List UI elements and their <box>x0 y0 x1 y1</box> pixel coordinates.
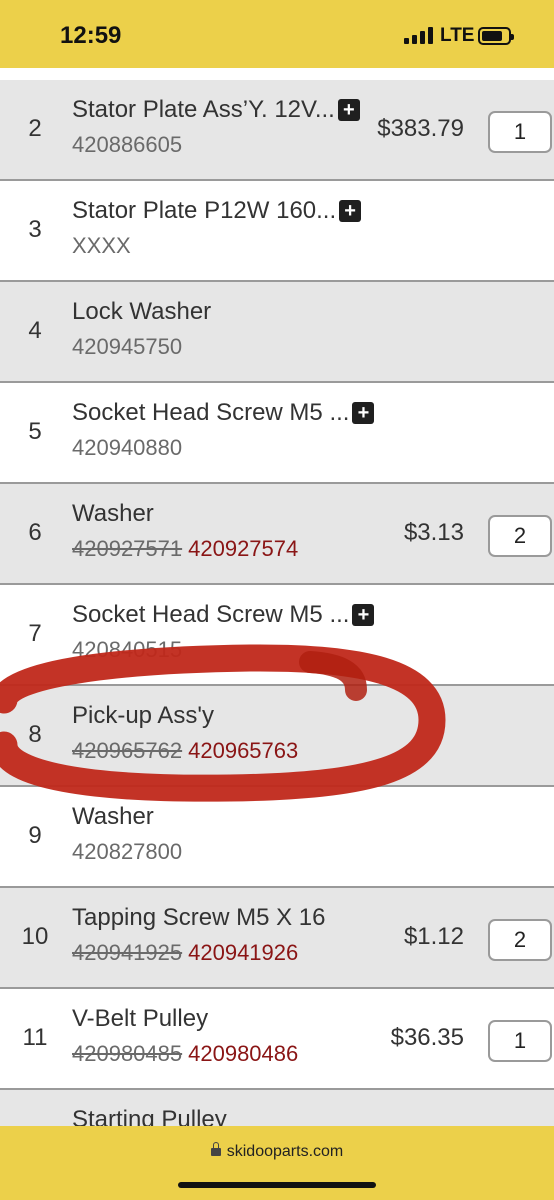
new-part-number: 420965763 <box>188 738 299 763</box>
part-index: 9 <box>28 822 42 849</box>
status-time: 12:59 <box>60 22 122 49</box>
part-name-link[interactable]: Washer <box>72 500 154 528</box>
part-price: $383.79 <box>377 115 464 142</box>
battery-icon <box>478 27 514 45</box>
old-part-number: 420927571 <box>72 536 183 561</box>
part-number: 420965762 420965763 <box>72 738 298 764</box>
status-bar: 12:59 LTE <box>0 0 554 68</box>
signal-icon <box>404 27 433 44</box>
part-number-value: 420940880 <box>72 435 183 460</box>
part-number-value: 420945750 <box>72 334 183 359</box>
quantity-input[interactable]: 1 <box>488 111 552 153</box>
part-row[interactable]: 8 Pick-up Ass'y 420965762 420965763 <box>0 686 554 787</box>
part-name: Washer <box>72 500 154 527</box>
part-row[interactable]: 10 Tapping Screw M5 X 16 420941925 42094192… <box>0 888 554 989</box>
part-name-link[interactable]: Starting Pulley <box>72 1106 227 1126</box>
part-name-link[interactable]: Socket Head Screw M5 ... + <box>72 601 375 629</box>
plus-box-icon[interactable]: + <box>352 402 375 424</box>
part-index: 11 <box>22 1024 48 1051</box>
part-name: Lock Washer <box>72 298 212 325</box>
plus-box-icon[interactable]: + <box>339 200 362 222</box>
part-row[interactable]: 11 V-Belt Pulley 420980485 420980486 $36.35 1 <box>0 989 554 1090</box>
part-number: 420927571 420927574 <box>72 536 298 562</box>
url-text: skidooparts.com <box>226 1143 344 1160</box>
part-index: 3 <box>28 216 42 243</box>
part-index: 4 <box>28 317 42 344</box>
network-type: LTE <box>440 25 475 46</box>
part-name: Stator Plate P12W 160... <box>72 197 337 224</box>
url-display[interactable]: skidooparts.com <box>0 1142 554 1161</box>
part-number: 420886605 <box>72 132 182 158</box>
quantity-input[interactable]: 1 <box>488 1020 552 1062</box>
part-name: Washer <box>72 803 154 830</box>
part-row[interactable]: 5 Socket Head Screw M5 ... +420940880 <box>0 383 554 484</box>
new-part-number: 420980486 <box>188 1041 299 1066</box>
part-name: Tapping Screw M5 X 16 <box>72 904 326 931</box>
part-name-link[interactable]: V-Belt Pulley <box>72 1005 208 1033</box>
part-name-link[interactable]: Tapping Screw M5 X 16 <box>72 904 325 932</box>
old-part-number: 420965762 <box>72 738 183 763</box>
part-number: 420945750 <box>72 334 182 360</box>
part-row[interactable]: 9 Washer 420827800 <box>0 787 554 888</box>
plus-box-icon[interactable]: + <box>352 604 375 626</box>
part-name: Stator Plate Ass’Y. 12V... <box>72 96 335 123</box>
new-part-number: 420927574 <box>188 536 299 561</box>
part-name-link[interactable]: Pick-up Ass'y <box>72 702 214 730</box>
part-name-link[interactable]: Washer <box>72 803 154 831</box>
quantity-input[interactable]: 2 <box>488 919 552 961</box>
part-number: 420980485 420980486 <box>72 1041 298 1067</box>
part-number: 420840515 <box>72 637 182 663</box>
part-name: Socket Head Screw M5 ... <box>72 399 350 426</box>
part-number: XXXX <box>72 233 131 259</box>
part-number-value: 420840515 <box>72 637 183 662</box>
lock-icon <box>210 1142 221 1156</box>
part-index: 7 <box>28 620 42 647</box>
part-name: Socket Head Screw M5 ... <box>72 601 350 628</box>
part-row[interactable]: 3 Stator Plate P12W 160... + XXXX <box>0 181 554 282</box>
old-part-number: 420980485 <box>72 1041 183 1066</box>
part-number: 420827800 <box>72 839 182 865</box>
browser-url-bar[interactable]: skidooparts.com <box>0 1126 554 1200</box>
plus-box-icon[interactable]: + <box>337 99 360 121</box>
part-index: 5 <box>28 418 42 445</box>
home-indicator[interactable] <box>178 1182 376 1188</box>
part-number-value: 420886605 <box>72 132 183 157</box>
old-part-number: 420941925 <box>72 940 183 965</box>
part-row[interactable]: 7 Socket Head Screw M5 ... +420840515 <box>0 585 554 686</box>
part-price: $3.13 <box>403 519 464 546</box>
part-index: 10 <box>21 923 49 950</box>
part-index: 2 <box>28 115 42 142</box>
parts-list: 2 Stator Plate Ass’Y. 12V... +420886605 $38… <box>0 68 554 1126</box>
part-row[interactable]: Starting Pulley <box>0 1090 554 1126</box>
part-name-link[interactable]: Lock Washer <box>72 298 211 326</box>
part-number: 420941925 420941926 <box>72 940 298 966</box>
part-row[interactable]: 2 Stator Plate Ass’Y. 12V... +420886605 $38… <box>0 80 554 181</box>
part-row[interactable]: 4 Lock Washer 420945750 <box>0 282 554 383</box>
new-part-number: 420941926 <box>188 940 299 965</box>
part-row[interactable]: 6 Washer 420927571 420927574 $3.13 2 <box>0 484 554 585</box>
part-name: Pick-up Ass'y <box>72 702 214 729</box>
part-name: Starting Pulley <box>72 1106 227 1126</box>
part-name-link[interactable]: Stator Plate Ass’Y. 12V... + <box>72 96 360 124</box>
part-number: 420940880 <box>72 435 182 461</box>
part-index: 8 <box>28 721 42 748</box>
part-price: $36.35 <box>390 1024 464 1051</box>
part-name: V-Belt Pulley <box>72 1005 209 1032</box>
part-number-value: 420827800 <box>72 839 183 864</box>
part-index: 6 <box>28 519 42 546</box>
part-name-link[interactable]: Socket Head Screw M5 ... + <box>72 399 375 427</box>
part-number-value: XXXX <box>72 233 131 258</box>
part-price: $1.12 <box>403 923 464 950</box>
part-name-link[interactable]: Stator Plate P12W 160... + <box>72 197 362 225</box>
quantity-input[interactable]: 2 <box>488 515 552 557</box>
